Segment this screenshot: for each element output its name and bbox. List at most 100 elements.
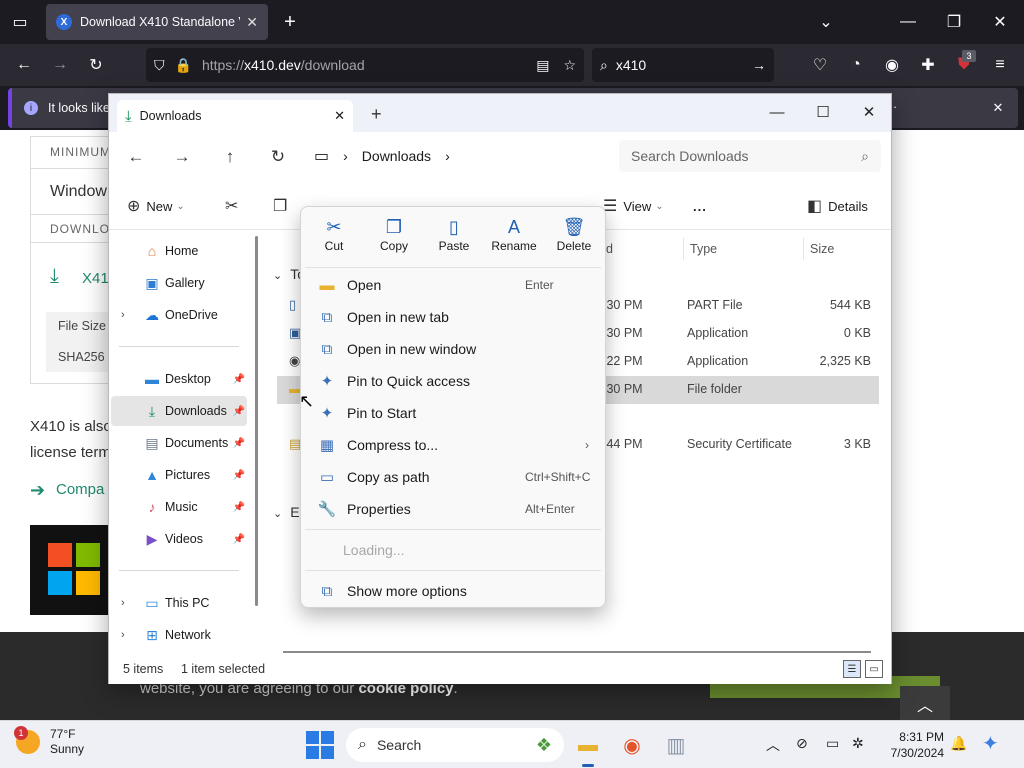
chevron-right-icon[interactable]: › [121,309,125,321]
refresh-icon[interactable]: ↻ [263,144,293,170]
menu-item-properties[interactable]: 🔧 Properties Alt+Enter [305,493,601,525]
pin-icon[interactable]: 📌 [233,502,245,513]
search-go-icon[interactable]: → [752,57,766,73]
reader-view-icon[interactable]: ▤ [536,57,549,74]
sidebar-item-home[interactable]: ⌂ Home [111,236,247,266]
menu-item-copy-as-path[interactable]: ▭ Copy as path Ctrl+Shift+C [305,461,601,493]
menu-item-show-more-options[interactable]: ⧉ Show more options [305,575,601,607]
list-all-tabs-icon[interactable]: ⌄ [812,8,840,36]
menu-item-open-in-new-tab[interactable]: ⧉ Open in new tab [305,301,601,333]
reload-icon[interactable]: ↻ [82,51,110,79]
close-tab-icon[interactable]: ✕ [334,108,345,124]
view-button[interactable]: ☰ View ⌄ [603,192,664,220]
menu-item-open[interactable]: ▬ Open Enter [305,269,601,301]
explorer-tab-downloads[interactable]: ⤓ Downloads ✕ [117,100,353,132]
minimize-icon[interactable]: — [755,98,799,126]
sidebar-item-videos[interactable]: ▶ Videos 📌 [111,524,247,554]
more-options-button[interactable]: ... [693,192,707,220]
nav-scrollbar[interactable] [255,236,258,606]
pin-icon[interactable]: 📌 [233,374,245,385]
app-taskbar-icon[interactable]: ▥ [660,729,692,761]
account-icon[interactable]: ◉ [878,51,906,79]
forward-icon[interactable]: → [46,51,74,79]
menu-item-pin-to-quick-access[interactable]: ✦ Pin to Quick access [305,365,601,397]
download-arrow-icon[interactable]: ⤓ [50,265,59,288]
back-icon[interactable]: ← [10,51,38,79]
explorer-new-tab-button[interactable]: + [371,104,382,125]
up-icon[interactable]: ↑ [215,144,245,170]
notification-close-icon[interactable]: ✕ [984,94,1012,122]
bookmark-star-icon[interactable]: ☆ [563,57,576,74]
copilot-icon[interactable]: ✦ [982,731,999,756]
shield-icon[interactable]: ⛉ [154,57,165,74]
maximize-icon[interactable]: ☐ [801,98,845,126]
pin-icon[interactable]: 📌 [233,534,245,545]
forward-icon[interactable]: → [167,144,197,170]
close-icon[interactable]: ✕ [847,98,891,126]
horizontal-scrollbar[interactable] [283,651,871,653]
column-date-modified[interactable]: ed [599,238,691,260]
lock-icon[interactable]: 🔒 [175,57,192,74]
sidebar-item-pictures[interactable]: ▲ Pictures 📌 [111,460,247,490]
sidebar-item-desktop[interactable]: ▬ Desktop 📌 [111,364,247,394]
display-icon[interactable]: ▭ [826,735,839,752]
clock[interactable]: 8:31 PM 7/30/2024 [880,729,944,761]
sidebar-item-downloads[interactable]: ⤓ Downloads 📌 [111,396,247,426]
extension-timer-icon[interactable]: ◔ [842,51,870,79]
delete-action-button[interactable]: 🗑 Delete [545,215,603,261]
column-size[interactable]: Size [803,238,883,260]
breadcrumb-separator-icon[interactable]: › [343,148,348,164]
scroll-to-top-icon[interactable]: ︿ [900,686,950,722]
maximize-icon[interactable]: ❐ [940,8,968,36]
pin-icon[interactable]: 📌 [233,406,245,417]
details-pane-button[interactable]: ◧ Details [807,192,868,220]
compare-link[interactable]: Compa [56,481,108,498]
close-window-icon[interactable]: ✕ [986,8,1014,36]
start-button[interactable] [306,731,334,759]
sidebar-item-music[interactable]: ♪ Music 📌 [111,492,247,522]
tiles-view-icon[interactable]: ▭ [865,660,883,678]
product-download-link[interactable]: X41 [82,270,109,287]
rename-action-button[interactable]: A Rename [485,215,543,261]
sidebar-item-onedrive[interactable]: › ☁ OneDrive [111,300,247,330]
search-bar[interactable]: ⌕ x410 → [592,48,774,82]
sidebar-item-this-pc[interactable]: › ▭ This PC [111,588,247,618]
menu-item-pin-to-start[interactable]: ✦ Pin to Start [305,397,601,429]
pin-icon[interactable]: 📌 [233,438,245,449]
search-downloads-input[interactable]: Search Downloads ⌕ [619,140,881,172]
sidebar-item-documents[interactable]: ▤ Documents 📌 [111,428,247,458]
address-bar[interactable]: ▭ › Downloads › [314,140,611,172]
copy-button[interactable]: ❐ [273,192,293,220]
url-bar[interactable]: ⛉ 🔒 https://x410.dev/download ▤ ☆ [146,48,584,82]
close-tab-icon[interactable]: ✕ [246,14,258,31]
file-explorer-taskbar-icon[interactable]: ▬ [572,729,604,767]
breadcrumb-downloads[interactable]: Downloads [362,148,431,164]
taskbar-search[interactable]: ⌕ Search ❖ [346,728,564,762]
tab-list-icon[interactable]: ▭ [6,8,34,36]
new-tab-button[interactable]: + [276,8,304,36]
menu-item-compress-to[interactable]: ▦ Compress to... › [305,429,601,461]
chevron-right-icon[interactable]: › [121,597,125,609]
chevron-up-icon[interactable]: ︿ [766,735,780,755]
menu-hamburger-icon[interactable]: ≡ [986,51,1014,79]
copy-action-button[interactable]: ❐ Copy [365,215,423,261]
new-button[interactable]: ⊕ New ⌄ [127,192,185,220]
extensions-puzzle-icon[interactable]: ✚ [914,51,942,79]
minimize-icon[interactable]: — [894,8,922,36]
menu-item-open-in-new-window[interactable]: ⧉ Open in new window [305,333,601,365]
details-view-icon[interactable]: ☰ [843,660,861,678]
network-off-icon[interactable]: ⊘ [796,735,808,752]
sidebar-item-network[interactable]: › ⊞ Network [111,620,247,650]
paste-action-button[interactable]: ▯ Paste [425,215,483,261]
back-icon[interactable]: ← [121,144,151,170]
arrow-circle-icon[interactable]: ➔ [30,480,45,501]
sidebar-item-gallery[interactable]: ▣ Gallery [111,268,247,298]
browser-tab-active[interactable]: X Download X410 Standalone Ver ✕ [46,4,268,40]
cut-button[interactable]: ✂ [225,192,244,220]
weather-widget[interactable]: 1 77°F Sunny [14,726,84,757]
focus-icon[interactable]: ✲ [852,735,864,752]
chevron-right-icon[interactable]: › [121,629,125,641]
firefox-taskbar-icon[interactable]: ◉ [616,729,648,761]
cut-action-button[interactable]: ✂ Cut [305,215,363,261]
notification-bell-icon[interactable]: 🔔 [950,735,967,752]
